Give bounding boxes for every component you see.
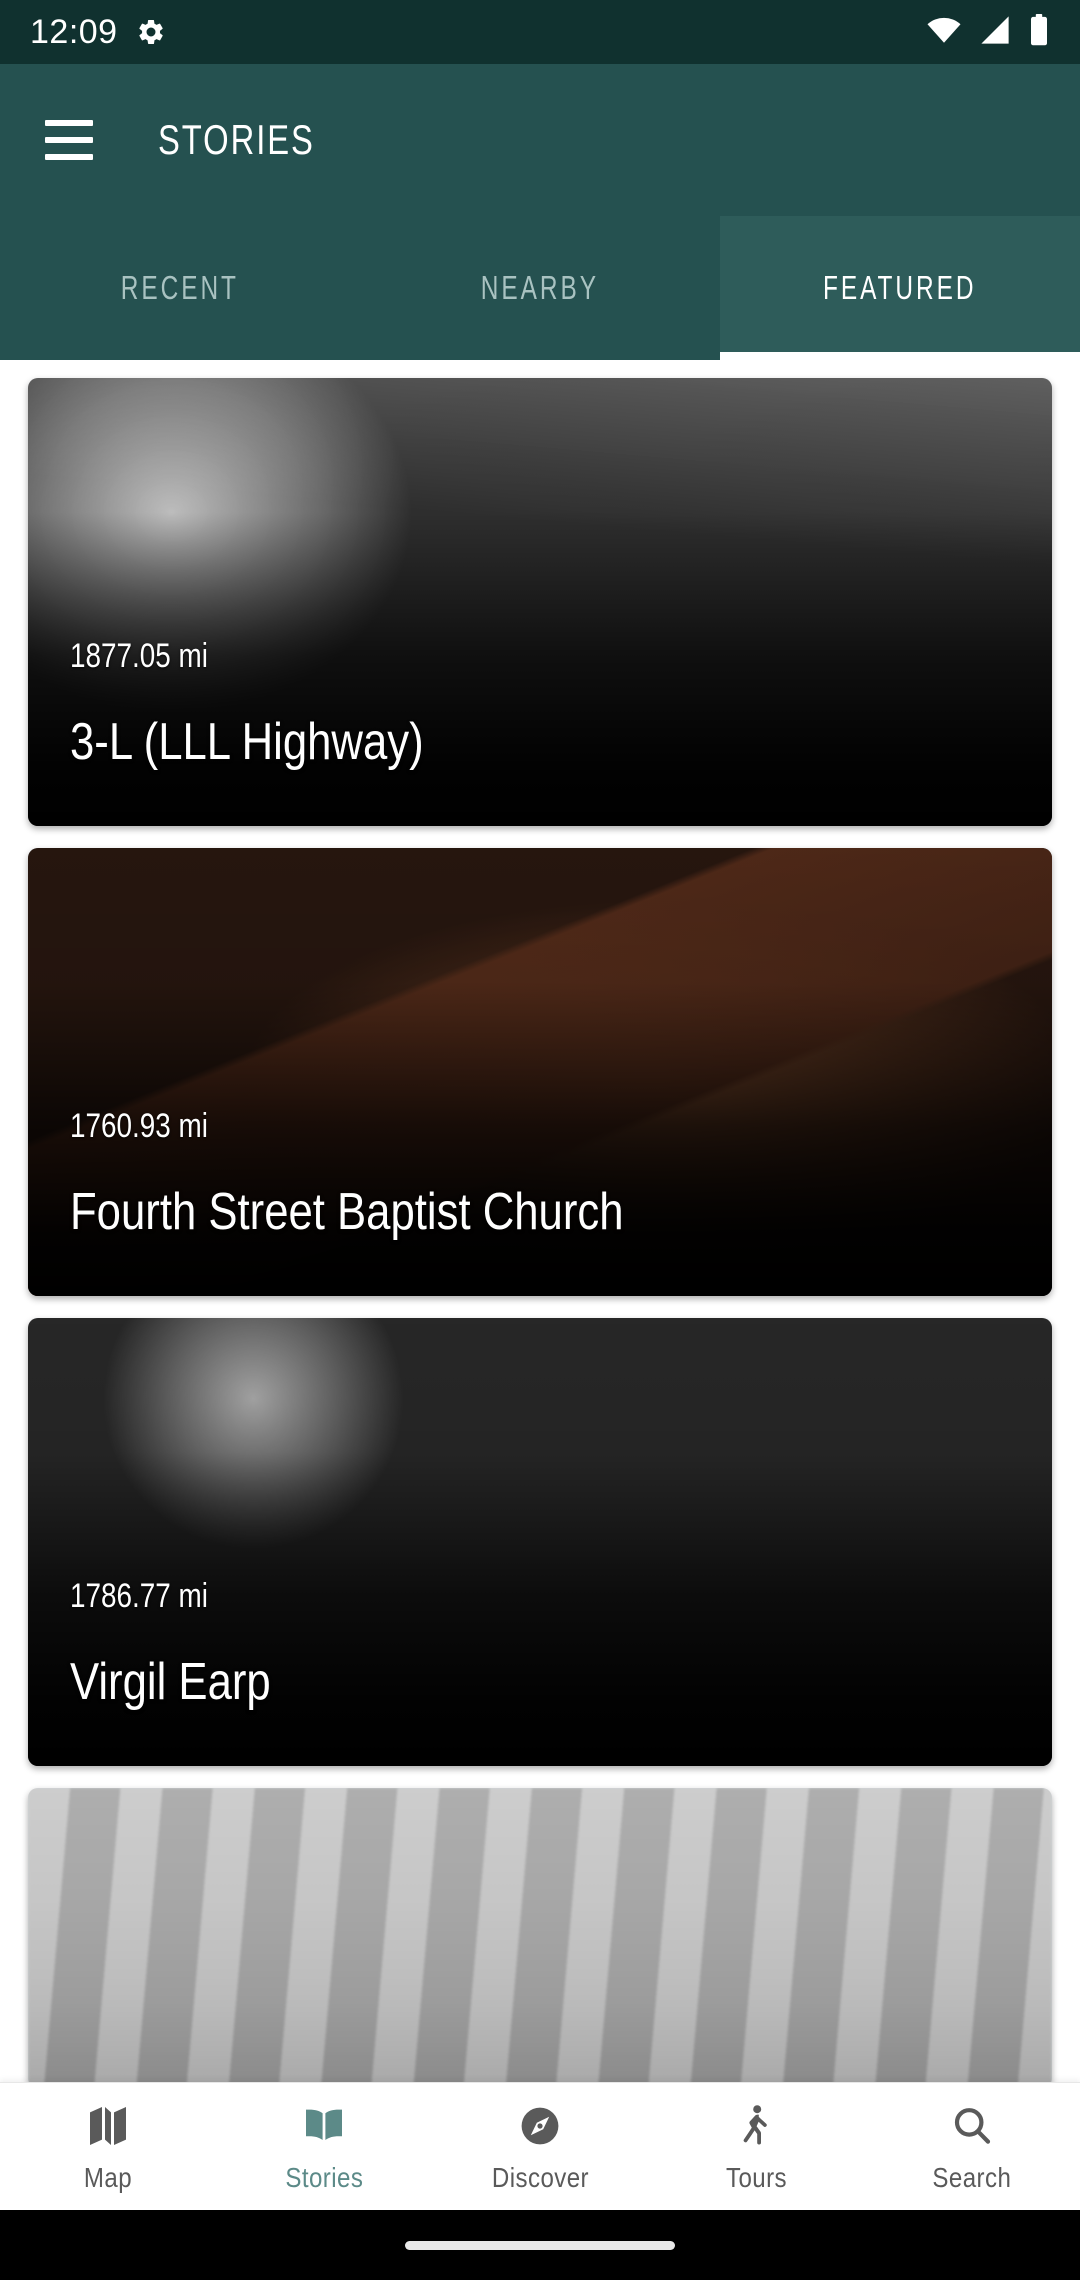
nav-item-discover-label: Discover — [491, 2161, 589, 2193]
battery-icon — [1028, 13, 1050, 51]
vintage-group-portrait-photo — [28, 1788, 1052, 2082]
tab-featured[interactable]: FEATURED — [720, 216, 1080, 360]
search-icon — [948, 2100, 996, 2152]
gear-icon — [136, 17, 166, 47]
tab-recent[interactable]: RECENT — [0, 216, 360, 360]
hamburger-line — [45, 120, 93, 126]
status-bar: 12:09 — [0, 0, 1080, 64]
tab-nearby[interactable]: NEARBY — [360, 216, 720, 360]
story-title: Fourth Street Baptist Church — [70, 1183, 624, 1241]
bottom-navigation-bar: Map Stories Discover Tours Search — [0, 2082, 1080, 2210]
gesture-navigation-bar — [0, 2210, 1080, 2280]
nav-item-discover[interactable]: Discover — [432, 2083, 648, 2210]
tab-nearby-label: NEARBY — [480, 269, 600, 306]
nav-item-tours[interactable]: Tours — [648, 2083, 864, 2210]
hamburger-menu-icon[interactable] — [34, 105, 104, 175]
home-indicator[interactable] — [405, 2240, 675, 2250]
nav-item-stories[interactable]: Stories — [216, 2083, 432, 2210]
page-title: STORIES — [158, 116, 315, 163]
story-card[interactable]: 1760.93 mi Fourth Street Baptist Church — [28, 848, 1052, 1296]
story-card[interactable] — [28, 1788, 1052, 2082]
cellular-signal-icon — [978, 15, 1012, 50]
walking-person-icon — [732, 2100, 780, 2152]
story-distance: 1786.77 mi — [70, 1577, 208, 1615]
nav-item-search-label: Search — [932, 2161, 1012, 2193]
story-distance: 1877.05 mi — [70, 637, 208, 675]
status-bar-clock: 12:09 — [30, 13, 118, 51]
story-list[interactable]: 1877.05 mi 3-L (LLL Highway) 1760.93 mi … — [0, 360, 1080, 2082]
nav-item-stories-label: Stories — [285, 2161, 363, 2193]
story-title: Virgil Earp — [70, 1653, 271, 1711]
tab-recent-label: RECENT — [120, 269, 240, 306]
story-card[interactable]: 1877.05 mi 3-L (LLL Highway) — [28, 378, 1052, 826]
app-screen: 12:09 STORIES RECENT NEARBY FEATURED 187… — [0, 0, 1080, 2280]
story-card-meta: 1786.77 mi Virgil Earp — [70, 1577, 1022, 1712]
story-card-meta: 1760.93 mi Fourth Street Baptist Church — [70, 1107, 1022, 1242]
hamburger-line — [45, 154, 93, 160]
tab-featured-label: FEATURED — [823, 269, 977, 306]
nav-item-search[interactable]: Search — [864, 2083, 1080, 2210]
map-icon — [84, 2100, 132, 2152]
story-card[interactable]: 1786.77 mi Virgil Earp — [28, 1318, 1052, 1766]
app-bar: STORIES — [0, 64, 1080, 216]
status-bar-system-icons — [926, 13, 1050, 51]
nav-item-tours-label: Tours — [725, 2161, 787, 2193]
hamburger-line — [45, 137, 93, 143]
story-distance: 1760.93 mi — [70, 1107, 208, 1145]
compass-icon — [516, 2100, 564, 2152]
nav-item-map[interactable]: Map — [0, 2083, 216, 2210]
open-book-icon — [300, 2100, 348, 2152]
story-card-meta: 1877.05 mi 3-L (LLL Highway) — [70, 637, 1022, 772]
nav-item-map-label: Map — [83, 2161, 133, 2193]
wifi-icon — [926, 15, 962, 50]
tab-bar: RECENT NEARBY FEATURED — [0, 216, 1080, 360]
story-title: 3-L (LLL Highway) — [70, 713, 424, 771]
